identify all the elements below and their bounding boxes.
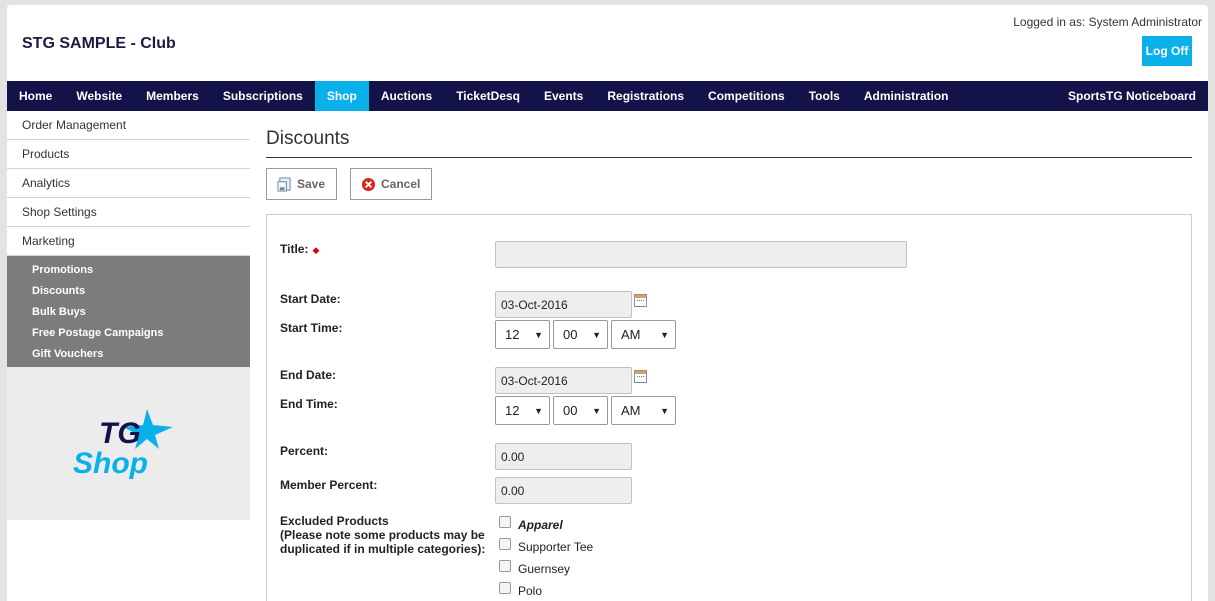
excluded-label-line-3: duplicated if in multiple categories): (280, 542, 486, 556)
chevron-down-icon: ▼ (534, 406, 543, 416)
end-date-label: End Date: (280, 368, 337, 382)
nav-home[interactable]: Home (7, 81, 64, 111)
logged-in-text: Logged in as: System Administrator (1013, 15, 1202, 29)
product-supporter-tee: Supporter Tee (518, 540, 594, 554)
nav-ticketdesq[interactable]: TicketDesq (444, 81, 532, 111)
header: STG SAMPLE - Club Logged in as: System A… (7, 5, 1208, 81)
start-hour-select[interactable]: 12 ▼ (495, 320, 550, 349)
chevron-down-icon: ▼ (534, 330, 543, 340)
save-icon (277, 176, 291, 192)
end-ampm-select[interactable]: AM ▼ (611, 396, 676, 425)
end-hour-select[interactable]: 12 ▼ (495, 396, 550, 425)
checkbox-guernsey[interactable] (499, 560, 511, 572)
discount-form: Title: ◆ Start Date: 03-Oct-2016 Start Ti… (266, 214, 1192, 601)
title-label: Title: ◆ (280, 242, 320, 256)
chevron-down-icon: ▼ (660, 330, 669, 340)
sidebar: Order Management Products Analytics Shop… (7, 111, 250, 520)
nav-events[interactable]: Events (532, 81, 595, 111)
logoff-button[interactable]: Log Off (1142, 36, 1192, 66)
nav-competitions[interactable]: Competitions (696, 81, 797, 111)
main-content: Discounts Save Cancel Title: ◆ Start Date… (266, 111, 1193, 601)
end-ampm-value: AM (621, 403, 641, 418)
end-hour-value: 12 (505, 403, 520, 418)
member-percent-input[interactable]: 0.00 (495, 477, 632, 504)
save-button[interactable]: Save (266, 168, 337, 200)
start-minute-value: 00 (563, 327, 578, 342)
excluded-label-line-1: Excluded Products (280, 514, 389, 528)
checkbox-supporter-tee[interactable] (499, 538, 511, 550)
percent-label: Percent: (280, 444, 329, 458)
sidebar-item-shop-settings[interactable]: Shop Settings (7, 198, 250, 227)
save-label: Save (297, 177, 326, 191)
end-time-label: End Time: (280, 397, 338, 411)
subnav-discounts[interactable]: Discounts (7, 280, 250, 301)
end-date-input[interactable]: 03-Oct-2016 (495, 367, 632, 394)
checkbox-apparel[interactable] (499, 516, 511, 528)
start-ampm-value: AM (621, 327, 641, 342)
percent-input[interactable]: 0.00 (495, 443, 632, 470)
start-hour-value: 12 (505, 327, 520, 342)
chevron-down-icon: ▼ (660, 406, 669, 416)
product-guernsey: Guernsey (518, 562, 571, 576)
cancel-label: Cancel (381, 177, 421, 191)
sidebar-item-order-management[interactable]: Order Management (7, 111, 250, 140)
nav-website[interactable]: Website (64, 81, 134, 111)
nav-noticeboard[interactable]: SportsTG Noticeboard (1056, 81, 1208, 111)
cancel-button[interactable]: Cancel (350, 168, 432, 200)
nav-tools[interactable]: Tools (797, 81, 852, 111)
excluded-products-label: Excluded Products (Please note some prod… (280, 514, 485, 556)
nav-registrations[interactable]: Registrations (595, 81, 696, 111)
browser-frame: STG SAMPLE - Club Logged in as: System A… (7, 5, 1208, 601)
logo-text-shop: Shop (73, 447, 148, 480)
end-calendar-icon[interactable] (634, 370, 647, 383)
nav-members[interactable]: Members (134, 81, 211, 111)
member-percent-label: Member Percent: (280, 478, 378, 492)
club-name: STG SAMPLE - Club (22, 35, 176, 52)
nav-subscriptions[interactable]: Subscriptions (211, 81, 315, 111)
title-input[interactable] (495, 241, 907, 268)
nav-administration[interactable]: Administration (852, 81, 961, 111)
page-title: Discounts (266, 128, 350, 149)
start-date-label: Start Date: (280, 292, 341, 306)
nav-shop[interactable]: Shop (314, 81, 369, 111)
start-calendar-icon[interactable] (634, 294, 647, 307)
cancel-icon (361, 177, 376, 191)
subnav-bulk-buys[interactable]: Bulk Buys (7, 301, 250, 322)
sidebar-item-products[interactable]: Products (7, 140, 250, 169)
top-nav: Home Website Members Subscriptions Shop … (7, 81, 1208, 111)
end-minute-select[interactable]: 00 ▼ (553, 396, 608, 425)
subnav-gift-vouchers[interactable]: Gift Vouchers (7, 343, 250, 364)
tg-shop-logo: TG Shop (73, 409, 173, 480)
product-category-apparel: Apparel (518, 518, 563, 532)
sidebar-item-analytics[interactable]: Analytics (7, 169, 250, 198)
sidebar-item-marketing[interactable]: Marketing (7, 227, 250, 256)
start-time-label: Start Time: (280, 321, 343, 335)
chevron-down-icon: ▼ (592, 406, 601, 416)
excluded-label-line-2: (Please note some products may be (280, 528, 485, 542)
logo-text-tg: TG (99, 417, 141, 450)
required-marker-icon: ◆ (312, 245, 320, 255)
nav-auctions[interactable]: Auctions (369, 81, 444, 111)
marketing-subnav: Promotions Discounts Bulk Buys Free Post… (7, 256, 250, 367)
end-minute-value: 00 (563, 403, 578, 418)
title-divider (266, 157, 1192, 158)
chevron-down-icon: ▼ (592, 330, 601, 340)
checkbox-polo[interactable] (499, 582, 511, 594)
start-ampm-select[interactable]: AM ▼ (611, 320, 676, 349)
start-date-input[interactable]: 03-Oct-2016 (495, 291, 632, 318)
product-polo: Polo (518, 584, 543, 598)
start-minute-select[interactable]: 00 ▼ (553, 320, 608, 349)
subnav-promotions[interactable]: Promotions (7, 259, 250, 280)
subnav-free-postage[interactable]: Free Postage Campaigns (7, 322, 250, 343)
